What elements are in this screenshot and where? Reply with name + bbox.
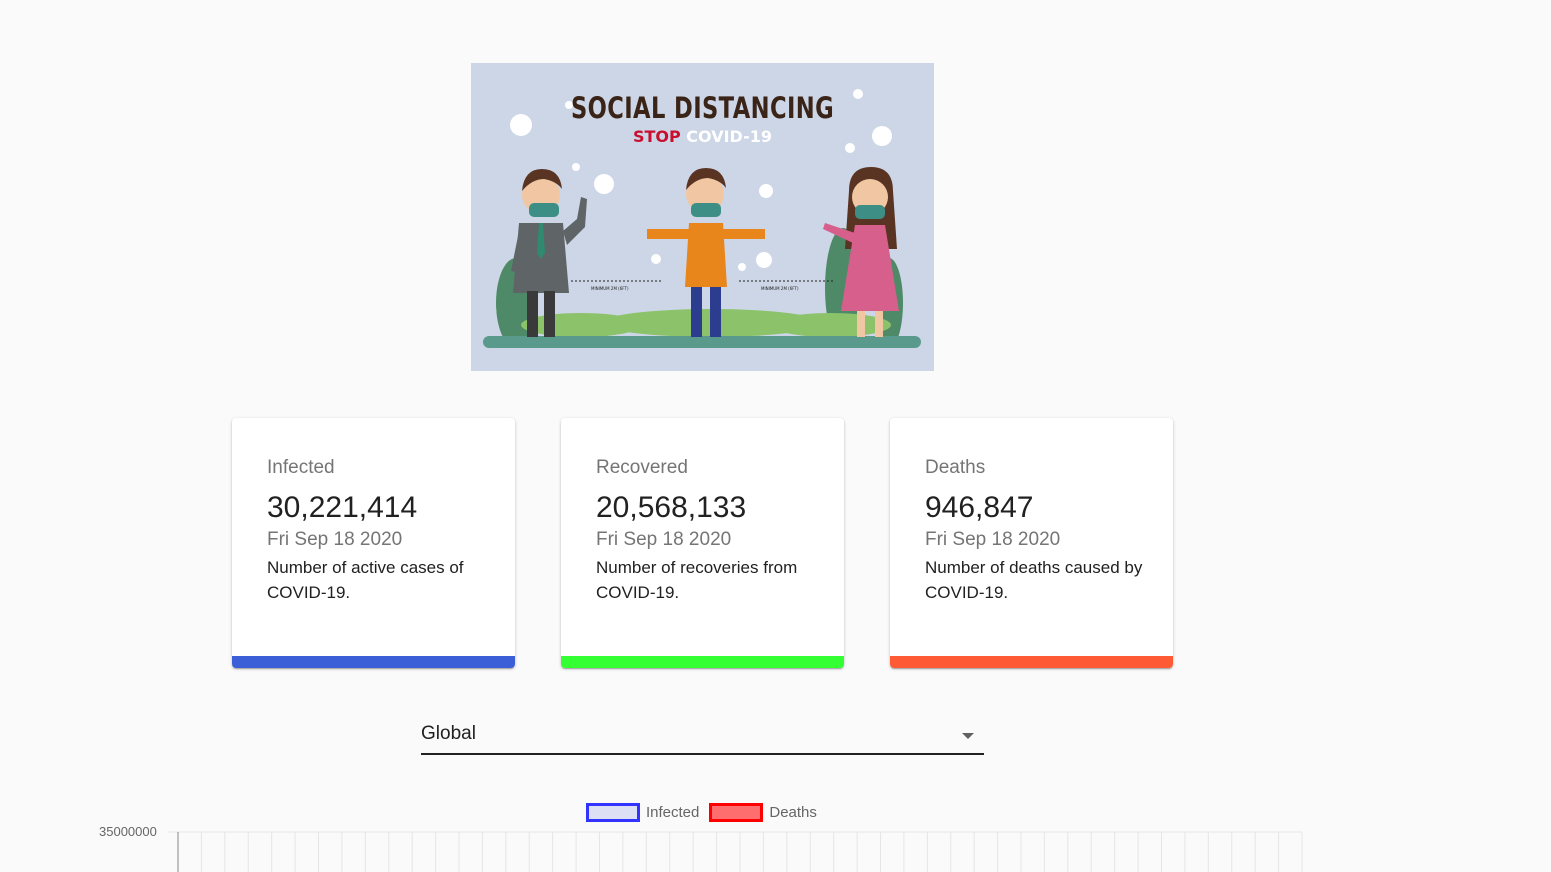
card-label: Recovered	[596, 457, 688, 478]
card-value: 30,221,414	[267, 491, 418, 524]
country-select-value: Global	[421, 723, 476, 744]
distance-note-right: MINIMUM 2M (6FT)	[761, 286, 799, 291]
hero-title: SOCIAL DISTANCING	[570, 91, 835, 125]
card-date: Fri Sep 18 2020	[267, 529, 403, 550]
card-date: Fri Sep 18 2020	[925, 529, 1061, 550]
card-description: Number of active cases of COVID-19.	[267, 558, 464, 602]
card-date: Fri Sep 18 2020	[596, 529, 732, 550]
infected-card: Infected 30,221,414 Fri Sep 18 2020 Numb…	[232, 418, 515, 668]
card-label: Deaths	[925, 457, 986, 478]
recovered-card: Recovered 20,568,133 Fri Sep 18 2020 Num…	[561, 418, 844, 668]
card-accent-bar	[561, 656, 844, 668]
chevron-down-icon[interactable]	[962, 733, 974, 739]
hero-subtitle-covid: COVID-19	[686, 127, 773, 146]
card-label: Infected	[267, 457, 335, 478]
legend-label-deaths: Deaths	[769, 804, 817, 821]
legend-label-infected: Infected	[646, 804, 700, 821]
covid-dashboard: SOCIAL DISTANCING STOP COVID-19 MINIMUM …	[0, 0, 1551, 872]
deaths-card: Deaths 946,847 Fri Sep 18 2020 Number of…	[890, 418, 1173, 668]
card-value: 946,847	[925, 491, 1034, 524]
card-value: 20,568,133	[596, 491, 747, 524]
card-accent-bar	[890, 656, 1173, 668]
country-select[interactable]: Global	[421, 718, 984, 755]
card-description: Number of deaths caused by COVID-19.	[925, 558, 1143, 602]
card-description: Number of recoveries from COVID-19.	[596, 558, 798, 602]
hero-subtitle-stop: STOP	[632, 127, 681, 146]
social-distancing-illustration: SOCIAL DISTANCING STOP COVID-19 MINIMUM …	[471, 63, 934, 371]
line-chart	[168, 831, 1303, 872]
card-accent-bar	[232, 656, 515, 668]
distance-note-left: MINIMUM 2M (6FT)	[591, 286, 629, 291]
hero-subtitle: STOP COVID-19	[471, 127, 934, 146]
